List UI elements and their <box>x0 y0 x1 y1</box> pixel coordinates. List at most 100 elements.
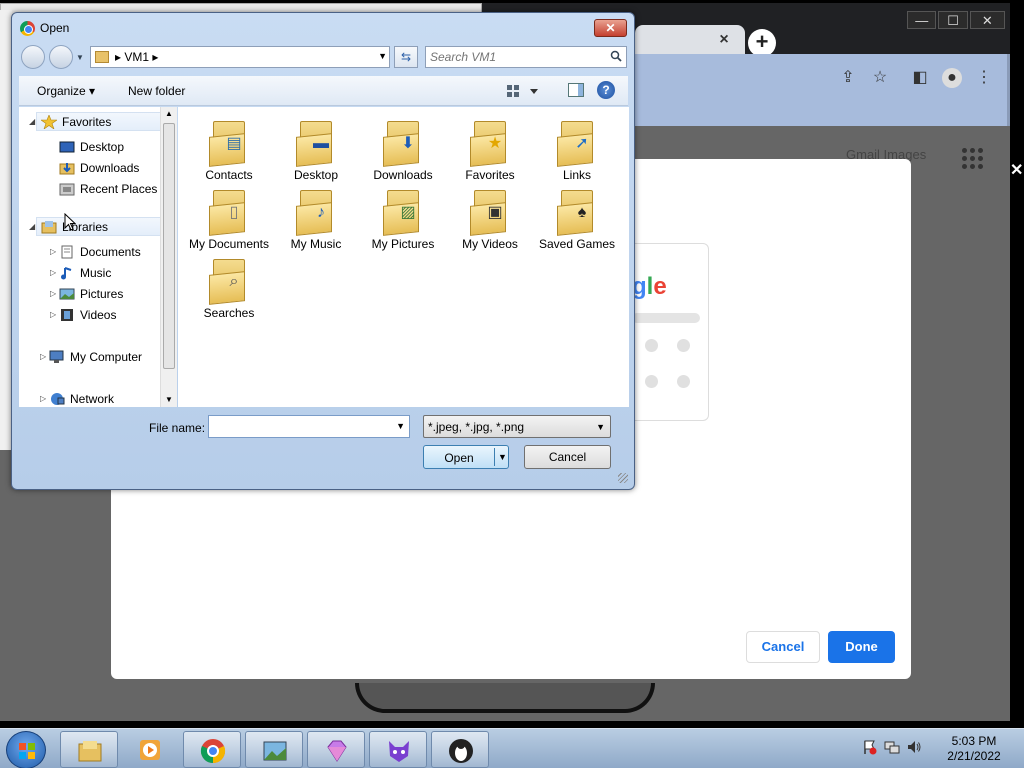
modal-preview-card <box>631 243 709 421</box>
nav-favorites[interactable]: Favorites <box>36 112 174 131</box>
search-input[interactable] <box>430 49 600 65</box>
change-view-button[interactable] <box>506 83 540 99</box>
new-tab-button[interactable]: + <box>748 29 776 57</box>
expand-documents-icon[interactable]: ▷ <box>50 247 56 256</box>
taskbar-media-player[interactable] <box>121 731 179 768</box>
expand-videos-icon[interactable]: ▷ <box>50 310 56 319</box>
scroll-up-icon[interactable]: ▲ <box>165 109 173 118</box>
system-clock[interactable]: 5:03 PM 2/21/2022 <box>934 734 1014 764</box>
folder-favorites[interactable]: ★ Favorites <box>447 117 533 182</box>
file-name-input[interactable]: ▼ <box>208 415 410 438</box>
close-window-button[interactable]: ✕ <box>969 11 1005 29</box>
folder-links[interactable]: ➚ Links <box>534 117 620 182</box>
bookmark-star-icon[interactable]: ☆ <box>870 68 890 88</box>
minimize-button[interactable]: — <box>907 11 937 29</box>
nav-downloads[interactable]: Downloads <box>59 158 139 177</box>
forward-button[interactable] <box>49 45 73 69</box>
expand-pictures-icon[interactable]: ▷ <box>50 289 56 298</box>
maximize-button[interactable]: ☐ <box>938 11 968 29</box>
recent-places-icon <box>59 183 75 195</box>
folder-my-music[interactable]: ♪ My Music <box>273 186 359 251</box>
cat-icon <box>389 741 409 762</box>
nav-network[interactable]: Network <box>49 389 114 408</box>
folder-downloads[interactable]: ⬇ Downloads <box>360 117 446 182</box>
taskbar-gem-app[interactable] <box>307 731 365 768</box>
search-icon <box>610 50 622 62</box>
breadcrumb-vm1[interactable]: VM1 <box>124 50 149 64</box>
apps-grid-icon[interactable] <box>962 148 983 169</box>
photo-viewer-icon <box>263 741 287 761</box>
folder-my-pictures[interactable]: ▨ My Pictures <box>360 186 446 251</box>
tab-close-icon[interactable]: × <box>715 31 733 49</box>
nav-music[interactable]: Music <box>59 263 111 282</box>
computer-icon <box>49 350 64 363</box>
chrome-icon <box>200 739 226 764</box>
nav-libraries[interactable]: Libraries <box>36 217 174 236</box>
folder-contacts[interactable]: ▤ Contacts <box>186 117 272 182</box>
taskbar-cat-app[interactable] <box>369 731 427 768</box>
file-name-dropdown-icon[interactable]: ▼ <box>396 421 405 431</box>
taskbar-tux-app[interactable] <box>431 731 489 768</box>
overlay-close-icon[interactable]: ✕ <box>1010 160 1023 180</box>
nav-documents[interactable]: Documents <box>59 242 141 261</box>
taskbar-chrome[interactable] <box>183 731 241 768</box>
folder-saved-games[interactable]: ♠ Saved Games <box>534 186 620 251</box>
videos-icon <box>61 308 73 321</box>
videos-folder-icon: ▣ <box>470 186 510 236</box>
recent-locations-dropdown[interactable]: ▼ <box>76 53 84 62</box>
searches-folder-icon: ⌕ <box>209 255 249 305</box>
modal-done-button[interactable]: Done <box>828 631 895 663</box>
open-options-dropdown-icon[interactable]: ▼ <box>498 452 507 462</box>
documents-folder-icon: ▯ <box>209 186 249 236</box>
resize-grip[interactable] <box>618 473 628 483</box>
expand-my-computer-icon[interactable]: ▷ <box>40 352 46 361</box>
scroll-down-icon[interactable]: ▼ <box>165 395 173 404</box>
documents-icon <box>61 245 73 258</box>
taskbar-explorer[interactable] <box>60 731 118 768</box>
cancel-button[interactable]: Cancel <box>524 445 611 469</box>
action-center-flag-icon[interactable] <box>862 739 878 755</box>
nav-my-computer[interactable]: My Computer <box>49 347 142 366</box>
new-folder-button[interactable]: New folder <box>128 84 185 98</box>
folder-my-videos[interactable]: ▣ My Videos <box>447 186 533 251</box>
gem-icon <box>327 740 347 762</box>
expand-music-icon[interactable]: ▷ <box>50 268 56 277</box>
start-button[interactable] <box>6 731 46 768</box>
star-icon <box>41 114 57 129</box>
side-panel-icon[interactable]: ◧ <box>910 68 930 88</box>
organize-button[interactable]: Organize ▾ <box>37 84 95 98</box>
back-button[interactable] <box>21 45 45 69</box>
menu-kebab-icon[interactable]: ⋮ <box>974 68 994 88</box>
expand-network-icon[interactable]: ▷ <box>40 394 46 403</box>
folder-desktop[interactable]: ▬ Desktop <box>273 117 359 182</box>
favorites-folder-icon: ★ <box>470 117 510 167</box>
network-status-icon[interactable] <box>884 739 900 755</box>
dialog-close-button[interactable]: ✕ <box>594 19 627 37</box>
collapse-favorites-icon[interactable]: ◢ <box>29 117 35 126</box>
file-type-select[interactable]: *.jpeg, *.jpg, *.png ▼ <box>423 415 611 438</box>
nav-pictures[interactable]: Pictures <box>59 284 123 303</box>
folder-my-documents[interactable]: ▯ My Documents <box>186 186 272 251</box>
nav-pane-scrollbar[interactable]: ▲ ▼ <box>160 107 177 407</box>
nav-desktop[interactable]: Desktop <box>59 137 124 156</box>
modal-cancel-button[interactable]: Cancel <box>746 631 820 663</box>
windows-logo-icon <box>19 743 35 759</box>
address-bar[interactable]: ▸ VM1 ▸ ▼ <box>90 46 390 68</box>
nav-videos[interactable]: Videos <box>59 305 116 324</box>
volume-icon[interactable] <box>906 739 922 755</box>
help-icon[interactable]: ? <box>597 81 615 99</box>
taskbar-photo-viewer[interactable] <box>245 731 303 768</box>
open-button[interactable]: Open ▼ <box>423 445 509 469</box>
background-shape <box>355 683 655 713</box>
address-dropdown-icon[interactable]: ▼ <box>378 51 387 61</box>
collapse-libraries-icon[interactable]: ◢ <box>29 222 35 231</box>
share-icon[interactable]: ⇪ <box>838 68 858 88</box>
preview-pane-icon[interactable] <box>568 83 584 97</box>
profile-icon[interactable]: ● <box>942 68 962 88</box>
google-logo-fragment: gle <box>632 273 667 300</box>
search-box[interactable] <box>425 46 627 68</box>
folder-searches[interactable]: ⌕ Searches <box>186 255 272 320</box>
refresh-button[interactable]: ⇆ <box>394 46 418 68</box>
scroll-thumb[interactable] <box>163 123 175 369</box>
nav-recent-places[interactable]: Recent Places <box>59 179 157 198</box>
